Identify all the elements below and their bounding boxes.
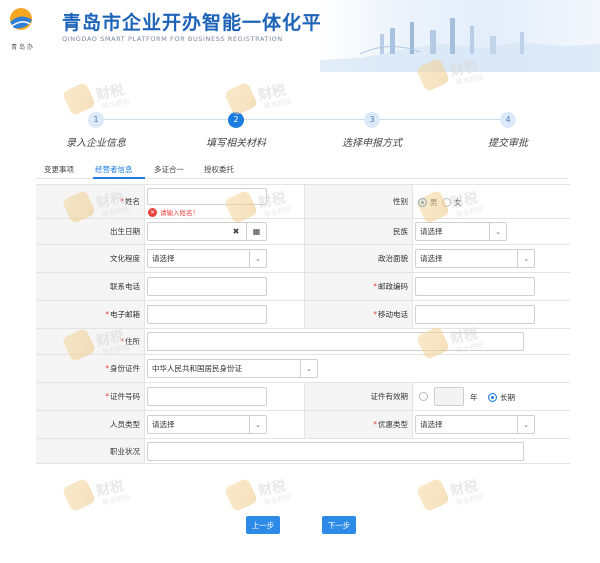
mobile-input[interactable] [415,305,535,324]
postcode-label: * 邮政编码 [373,282,408,291]
step-4-label: 提交审批 [488,138,528,149]
gender-male-radio[interactable]: 男 [418,197,438,208]
chevron-down-icon: ⌄ [249,416,266,433]
site-subtitle: QINGDAO SMART PLATFORM FOR BUSINESS REGI… [62,35,283,43]
education-select[interactable]: 请选择 ⌄ [147,249,267,268]
step-1-label: 录入企业信息 [66,138,126,149]
clear-date-icon[interactable]: ✖ [226,223,246,240]
discount-select[interactable]: 请选择 ⌄ [415,415,535,434]
watermark: 财税 联合耕拓 [223,477,308,514]
email-label: * 电子邮箱 [105,310,140,319]
gender-label: 性别 [393,197,408,206]
idtype-select[interactable]: 中华人民共和国居民身份证 ⌄ [147,359,318,378]
calendar-icon[interactable]: ▦ [246,223,266,240]
birth-date-label: 出生日期 [110,227,140,236]
form-row-email: * 电子邮箱 * 移动电话 [36,300,570,328]
name-label: * 姓名 [120,197,140,206]
step-2-label: 填写相关材料 [206,138,266,149]
validity-year-input[interactable] [434,387,464,406]
header-banner [320,0,600,72]
tab-operator-info[interactable]: 经营者信息 [95,164,133,175]
chevron-down-icon: ⌄ [249,250,266,267]
step-2-circle: 2 [228,112,244,128]
site-title: 青岛市企业开办智能一体化平台 [62,12,343,34]
birth-date-input[interactable]: ✖ ▦ [147,222,267,241]
email-input[interactable] [147,305,267,324]
radio-checked-icon [418,198,427,207]
chevron-down-icon: ⌄ [300,360,317,377]
error-icon: ✕ [148,207,157,217]
city-skyline-icon [320,18,600,72]
header: 青 岛 办 青岛市企业开办智能一体化平台 QINGDAO SMART PLATF… [0,0,600,72]
step-4-circle: 4 [500,112,516,128]
form-row-name: * 姓名 ✕ 请输入姓名！ 性别 男 女 [36,184,570,218]
job-label: 职业状况 [110,446,140,456]
radio-unchecked-icon [442,198,451,207]
persontype-select[interactable]: 请选择 ⌄ [147,415,267,434]
step-3-label: 选择申报方式 [342,138,402,149]
form-row-job: 职业状况 [36,438,570,464]
postcode-input[interactable] [415,277,535,296]
gender-female-radio[interactable]: 女 [442,197,462,208]
chevron-down-icon: ⌄ [489,223,506,240]
political-select[interactable]: 请选择 ⌄ [415,249,535,268]
discount-label: * 优惠类型 [373,420,408,429]
tab-change-items[interactable]: 变更事项 [44,164,74,175]
political-label: 政治面貌 [378,254,408,263]
active-tab-indicator [93,177,145,179]
qingdao-logo-icon [10,8,32,30]
idtype-label: * 身份证件 [105,364,140,373]
form-row-idtype: * 身份证件 中华人民共和国居民身份证 ⌄ [36,354,570,382]
validity-year-unit: 年 [470,393,478,402]
name-error: ✕ 请输入姓名！ [148,207,199,217]
name-input[interactable] [147,188,267,205]
mobile-label: * 移动电话 [373,310,408,319]
step-3-circle: 3 [364,112,380,128]
form-tabs: 变更事项 经营者信息 多证合一 授权委托 [36,163,568,179]
logo-caption: 青 岛 办 [11,44,33,51]
step-connector [378,119,500,120]
validity-long-radio[interactable]: 长期 [488,392,515,403]
progress-steps: 1 2 3 4 录入企业信息 填写相关材料 选择申报方式 提交审批 [0,104,600,154]
chevron-down-icon: ⌄ [517,416,534,433]
watermark: 财税 联合耕拓 [415,477,500,514]
form-row-idno: * 证件号码 证件有效期 年 长期 [36,382,570,410]
radio-checked-icon [488,393,497,402]
step-1-circle: 1 [88,112,104,128]
ethnic-label: 民族 [393,227,408,236]
chevron-down-icon: ⌄ [517,250,534,267]
form-row-phone: 联系电话 * 邮政编码 [36,272,570,300]
watermark: 财税 联合耕拓 [61,477,146,514]
persontype-label: 人员类型 [110,420,140,429]
form-row-education: 文化程度 请选择 ⌄ 政治面貌 请选择 ⌄ [36,244,570,272]
job-input[interactable] [147,442,524,461]
tab-authorization[interactable]: 授权委托 [204,164,234,175]
address-label: * 住所 [120,337,140,346]
form-row-address: * 住所 [36,328,570,354]
validity-year-radio[interactable] [419,392,431,401]
phone-label: 联系电话 [110,282,140,291]
next-step-button[interactable]: 下一步 [322,516,356,534]
form-row-persontype: 人员类型 请选择 ⌄ * 优惠类型 请选择 ⌄ [36,410,570,438]
step-connector [242,119,364,120]
idno-label: * 证件号码 [105,392,140,401]
form-row-birth: 出生日期 ✖ ▦ 民族 请选择 ⌄ [36,218,570,244]
ethnic-select[interactable]: 请选择 ⌄ [415,222,507,241]
radio-unchecked-icon [419,392,428,401]
education-label: 文化程度 [110,254,140,263]
validity-label: 证件有效期 [370,392,409,401]
idno-input[interactable] [147,387,267,406]
phone-input[interactable] [147,277,267,296]
tab-multi-cert[interactable]: 多证合一 [154,164,184,175]
prev-step-button[interactable]: 上一步 [246,516,280,534]
address-input[interactable] [147,332,524,351]
step-connector [104,119,228,120]
